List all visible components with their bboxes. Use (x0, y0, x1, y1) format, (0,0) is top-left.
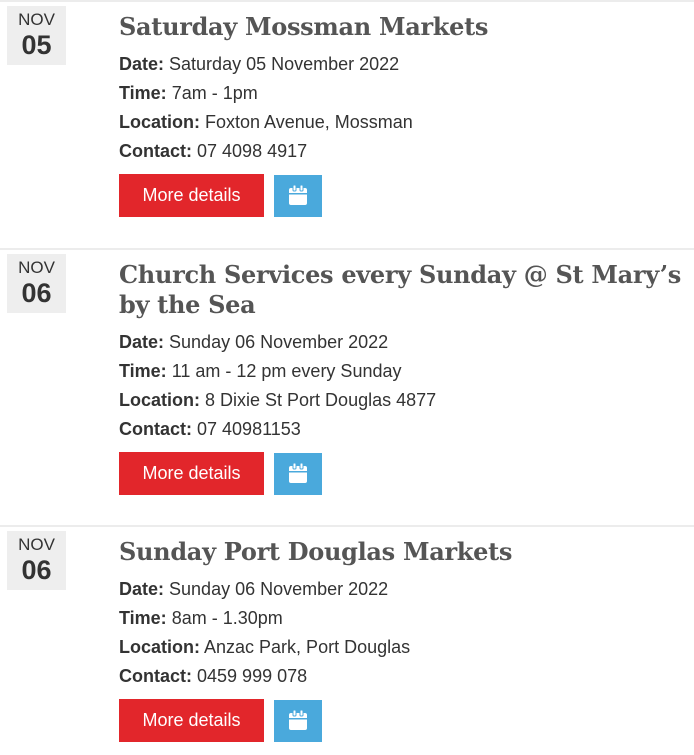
event-time: Time: 8am - 1.30pm (119, 604, 690, 633)
contact-label: Contact: (119, 419, 192, 439)
event-actions: More details (119, 452, 690, 495)
calendar-icon (289, 184, 307, 205)
event-location: Location: Foxton Avenue, Mossman (119, 108, 690, 137)
date-badge: NOV 06 (7, 254, 66, 313)
contact-label: Contact: (119, 141, 192, 161)
location-value: 8 Dixie St Port Douglas 4877 (205, 390, 437, 410)
event-date: Date: Saturday 05 November 2022 (119, 50, 690, 79)
event-time: Time: 11 am - 12 pm every Sunday (119, 357, 690, 386)
event-title[interactable]: Sunday Port Douglas Markets (119, 537, 690, 567)
event-body: Church Services every Sunday @ St Mary’s… (119, 260, 690, 495)
date-day: 06 (21, 278, 52, 308)
time-label: Time: (119, 608, 167, 628)
event-date: Date: Sunday 06 November 2022 (119, 575, 690, 604)
date-month: NOV (18, 535, 55, 554)
contact-value: 07 40981153 (197, 419, 301, 439)
event-actions: More details (119, 174, 690, 217)
date-day: 05 (21, 30, 52, 60)
event-time: Time: 7am - 1pm (119, 79, 690, 108)
contact-value: 0459 999 078 (197, 666, 308, 686)
time-label: Time: (119, 83, 167, 103)
event-contact: Contact: 07 40981153 (119, 415, 690, 444)
event-list: NOV 05 Saturday Mossman Markets Date: Sa… (0, 0, 694, 755)
event-location: Location: Anzac Park, Port Douglas (119, 633, 690, 662)
time-value: 7am - 1pm (171, 83, 258, 103)
event-title[interactable]: Saturday Mossman Markets (119, 12, 690, 42)
date-badge: NOV 05 (7, 6, 66, 65)
event-contact: Contact: 07 4098 4917 (119, 137, 690, 166)
time-label: Time: (119, 361, 167, 381)
more-details-button[interactable]: More details (119, 699, 264, 742)
location-value: Foxton Avenue, Mossman (205, 112, 413, 132)
contact-value: 07 4098 4917 (197, 141, 308, 161)
more-details-button[interactable]: More details (119, 452, 264, 495)
date-label: Date: (119, 579, 165, 599)
date-month: NOV (18, 10, 55, 29)
date-month: NOV (18, 258, 55, 277)
location-label: Location: (119, 112, 200, 132)
event-title[interactable]: Church Services every Sunday @ St Mary’s… (119, 260, 690, 320)
event-body: Saturday Mossman Markets Date: Saturday … (119, 12, 690, 217)
calendar-icon (289, 709, 307, 730)
add-to-calendar-button[interactable] (274, 699, 322, 742)
time-value: 8am - 1.30pm (171, 608, 283, 628)
more-details-button[interactable]: More details (119, 174, 264, 217)
location-label: Location: (119, 390, 200, 410)
date-day: 06 (21, 555, 52, 585)
add-to-calendar-button[interactable] (274, 174, 322, 217)
location-label: Location: (119, 637, 200, 657)
event-date: Date: Sunday 06 November 2022 (119, 328, 690, 357)
date-label: Date: (119, 54, 165, 74)
date-badge: NOV 06 (7, 531, 66, 590)
date-value: Sunday 06 November 2022 (169, 579, 389, 599)
time-value: 11 am - 12 pm every Sunday (171, 361, 402, 381)
calendar-icon (289, 462, 307, 483)
event-body: Sunday Port Douglas Markets Date: Sunday… (119, 537, 690, 742)
event-contact: Contact: 0459 999 078 (119, 662, 690, 691)
date-value: Saturday 05 November 2022 (169, 54, 400, 74)
date-label: Date: (119, 332, 165, 352)
location-value: Anzac Park, Port Douglas (204, 637, 411, 657)
event-item: NOV 06 Sunday Port Douglas Markets Date:… (0, 525, 694, 755)
date-value: Sunday 06 November 2022 (169, 332, 389, 352)
event-actions: More details (119, 699, 690, 742)
event-item: NOV 05 Saturday Mossman Markets Date: Sa… (0, 0, 694, 248)
add-to-calendar-button[interactable] (274, 452, 322, 495)
event-item: NOV 06 Church Services every Sunday @ St… (0, 248, 694, 525)
contact-label: Contact: (119, 666, 192, 686)
event-location: Location: 8 Dixie St Port Douglas 4877 (119, 386, 690, 415)
